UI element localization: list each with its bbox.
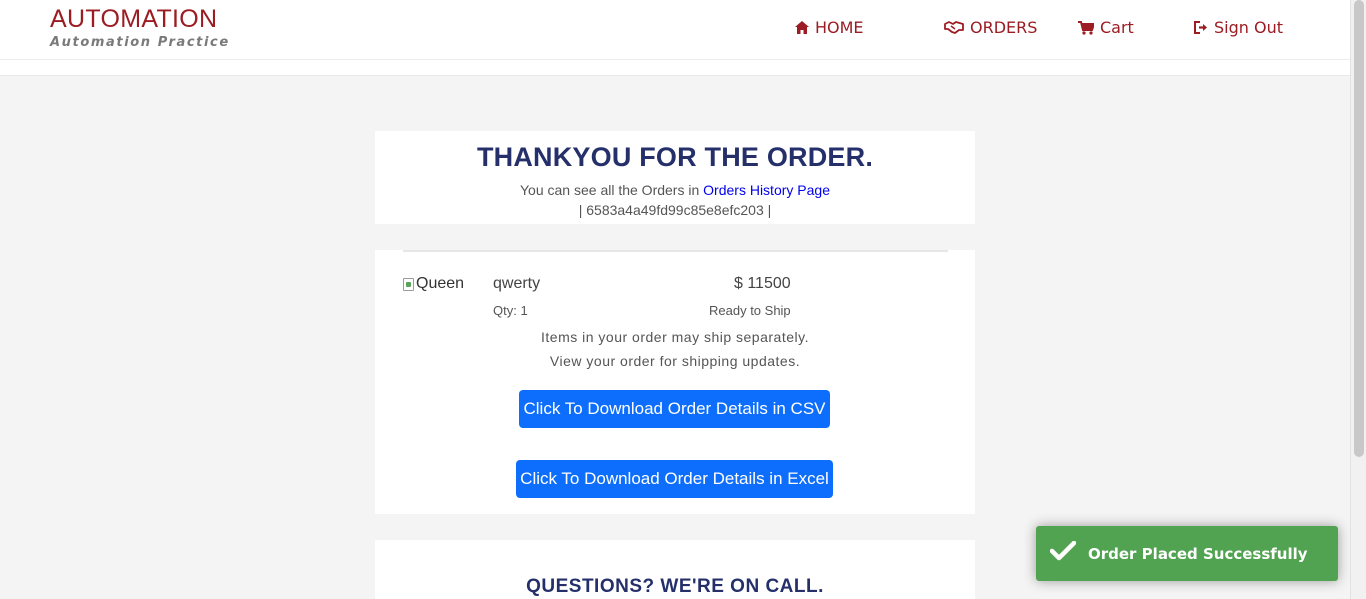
download-csv-button[interactable]: Click To Download Order Details in CSV bbox=[519, 390, 830, 428]
home-icon bbox=[795, 21, 809, 34]
nav-signout-link[interactable]: Sign Out bbox=[1194, 18, 1283, 37]
product-image-alt: Queen bbox=[416, 275, 465, 292]
orders-history-text: You can see all the Orders in Orders His… bbox=[375, 182, 975, 198]
thank-you-heading: THANKYOU FOR THE ORDER. bbox=[476, 142, 874, 172]
top-navbar: AUTOMATION Automation Practice HOME ORDE… bbox=[0, 0, 1350, 60]
order-success-toast[interactable]: Order Placed Successfully bbox=[1036, 526, 1338, 581]
brand-subtitle: Automation Practice bbox=[50, 35, 230, 50]
ship-note-separately: Items in your order may ship separately. bbox=[541, 329, 809, 345]
scrollbar-thumb[interactable] bbox=[1354, 0, 1364, 457]
nav-home-link[interactable]: HOME bbox=[795, 18, 864, 37]
brand-logo[interactable]: AUTOMATION Automation Practice bbox=[50, 5, 230, 51]
order-id: | 6583a4a49fd99c85e8efc203 | bbox=[578, 202, 772, 218]
divider bbox=[403, 250, 948, 252]
questions-heading: QUESTIONS? WE'RE ON CALL. bbox=[526, 576, 824, 597]
download-excel-button[interactable]: Click To Download Order Details in Excel bbox=[516, 460, 833, 498]
product-name: qwerty bbox=[493, 275, 541, 292]
product-image: Queen bbox=[403, 274, 473, 294]
nav-home-label: HOME bbox=[815, 18, 864, 37]
nav-orders-label: ORDERS bbox=[970, 18, 1038, 37]
thank-you-card: THANKYOU FOR THE ORDER. You can see all … bbox=[375, 131, 975, 224]
toast-message: Order Placed Successfully bbox=[1088, 544, 1308, 563]
broken-image-icon bbox=[403, 277, 414, 291]
sign-out-icon bbox=[1194, 21, 1208, 34]
nav-orders-link[interactable]: ORDERS bbox=[944, 18, 1037, 37]
vertical-scrollbar[interactable] bbox=[1350, 0, 1366, 599]
shipping-status: Ready to Ship bbox=[709, 303, 791, 318]
cart-icon bbox=[1078, 20, 1094, 35]
product-quantity: Qty: 1 bbox=[493, 303, 528, 318]
checkmark-icon bbox=[1049, 540, 1077, 566]
product-price: $ 11500 bbox=[734, 275, 791, 292]
questions-card: QUESTIONS? WE'RE ON CALL. bbox=[375, 540, 975, 599]
handshake-icon bbox=[944, 21, 964, 34]
orders-history-link[interactable]: Orders History Page bbox=[703, 182, 830, 198]
brand-title: AUTOMATION bbox=[50, 5, 218, 33]
orders-history-prefix: You can see all the Orders in bbox=[520, 182, 700, 198]
nav-signout-label: Sign Out bbox=[1214, 18, 1283, 37]
nav-cart-link[interactable]: Cart bbox=[1078, 18, 1134, 37]
sub-header-bar bbox=[0, 60, 1350, 76]
nav-cart-label: Cart bbox=[1100, 18, 1134, 37]
ship-note-updates: View your order for shipping updates. bbox=[549, 353, 801, 369]
order-summary-card: Queen qwerty $ 11500 Qty: 1 Ready to Shi… bbox=[375, 250, 975, 514]
